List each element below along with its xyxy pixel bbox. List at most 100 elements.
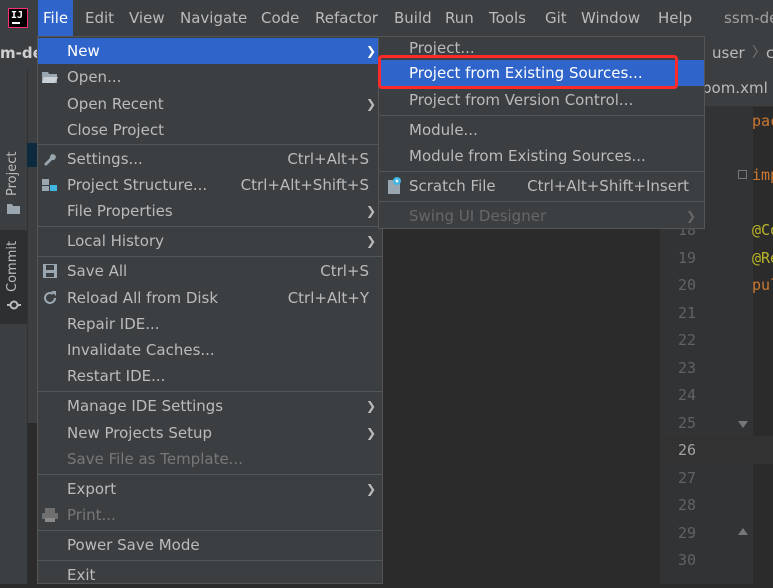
menu-item-label: Reload All from Disk (67, 289, 219, 307)
menu-item-new[interactable]: New ❯ (38, 38, 382, 64)
menu-item-reload[interactable]: Reload All from Disk Ctrl+Alt+Y (38, 285, 382, 311)
menu-refactor[interactable]: Refactor (310, 0, 383, 36)
menu-item-restart-ide[interactable]: Restart IDE... (38, 363, 382, 389)
code-annotation[interactable]: @Re (752, 249, 773, 267)
menu-item-label: Open Recent (67, 95, 164, 113)
menu-item-label: Project Structure... (67, 176, 208, 194)
menu-item-invalidate-caches[interactable]: Invalidate Caches... (38, 337, 382, 363)
submenu-arrow-icon: ❯ (365, 426, 376, 440)
shortcut-label: Ctrl+S (320, 262, 369, 280)
shortcut-label: Ctrl+Alt+Shift+S (240, 176, 369, 194)
submenu-item-label: Project from Version Control... (409, 91, 634, 109)
menu-item-close-project[interactable]: Close Project (38, 117, 382, 143)
code-public[interactable]: pul (752, 276, 773, 294)
tab-commit[interactable]: Commit (0, 230, 27, 324)
code-import[interactable]: imp (752, 166, 773, 184)
menu-item-open-recent[interactable]: Open Recent ❯ (38, 91, 382, 117)
menu-file[interactable]: File (38, 0, 74, 36)
breadcrumb-user[interactable]: user (712, 36, 745, 70)
menu-item-settings[interactable]: Settings... Ctrl+Alt+S (38, 146, 382, 172)
menu-item-save-all[interactable]: Save All Ctrl+S (38, 258, 382, 284)
menu-item-new-projects-setup[interactable]: New Projects Setup ❯ (38, 420, 382, 446)
submenu-arrow-icon: ❯ (365, 204, 376, 218)
menu-item-label: Invalidate Caches... (67, 341, 215, 359)
menu-item-exit[interactable]: Exit (38, 562, 382, 588)
wrench-icon (44, 154, 56, 166)
menu-edit[interactable]: Edit (80, 0, 119, 36)
menu-item-label: File Properties (67, 202, 173, 220)
menu-view[interactable]: View (124, 0, 170, 36)
menu-code[interactable]: Code (256, 0, 304, 36)
menu-item-label: New (67, 42, 100, 60)
menu-item-label: New Projects Setup (67, 424, 213, 442)
fold-end-icon[interactable] (738, 528, 748, 535)
tab-project[interactable]: Project (0, 144, 27, 220)
commit-icon (7, 300, 21, 310)
menu-item-label: Exit (67, 566, 96, 584)
menu-item-save-as-template: Save File as Template... (38, 446, 382, 472)
menu-item-power-save-mode[interactable]: Power Save Mode (38, 532, 382, 558)
menu-item-label: Save All (67, 262, 128, 280)
code-annotation[interactable]: @Co (752, 221, 773, 239)
menu-separator (38, 391, 382, 392)
tool-window-strip: Project Commit (0, 70, 28, 584)
submenu-item-project-from-vcs[interactable]: Project from Version Control... (379, 87, 704, 113)
submenu-item-module[interactable]: Module... (379, 117, 704, 143)
menu-item-label: Close Project (67, 121, 164, 139)
annotation-highlight-box (378, 55, 678, 89)
submenu-arrow-icon: ❯ (685, 209, 696, 223)
menu-git[interactable]: Git (540, 0, 572, 36)
line-number: 29 (677, 524, 696, 542)
shortcut-label: Ctrl+Alt+Y (287, 289, 369, 307)
shortcut-label: Ctrl+Alt+Shift+Insert (527, 177, 689, 195)
line-number: 23 (677, 359, 696, 377)
intellij-logo-icon: IJ (8, 8, 28, 28)
menu-item-file-properties[interactable]: File Properties ❯ (38, 198, 382, 224)
menu-item-export[interactable]: Export ❯ (38, 476, 382, 502)
menu-separator (38, 474, 382, 475)
menu-build[interactable]: Build (389, 0, 437, 36)
submenu-item-module-from-existing[interactable]: Module from Existing Sources... (379, 143, 704, 169)
menu-tools[interactable]: Tools (484, 0, 531, 36)
code-package[interactable]: pac (752, 112, 773, 130)
submenu-arrow-icon: ❯ (365, 97, 376, 111)
menu-run[interactable]: Run (440, 0, 479, 36)
fold-expand-icon[interactable] (738, 170, 747, 179)
save-disk-icon (43, 264, 57, 278)
menu-item-project-structure[interactable]: Project Structure... Ctrl+Alt+Shift+S (38, 172, 382, 198)
line-number-current: 26 (677, 441, 696, 459)
breadcrumb-next[interactable]: c (766, 36, 773, 70)
menu-item-open[interactable]: Open... (38, 64, 382, 90)
file-menu-popup: New ❯ Open... Open Recent ❯ Close Projec… (37, 36, 383, 584)
menu-separator (38, 144, 382, 145)
printer-icon (42, 508, 58, 522)
line-number: 25 (677, 414, 696, 432)
menu-item-label: Manage IDE Settings (67, 397, 224, 415)
menu-navigate[interactable]: Navigate (175, 0, 252, 36)
menu-window[interactable]: Window (576, 0, 645, 36)
line-number: 21 (677, 304, 696, 322)
menu-item-repair-ide[interactable]: Repair IDE... (38, 311, 382, 337)
folder-icon (7, 204, 20, 214)
submenu-item-label: Module... (409, 121, 478, 139)
menu-item-local-history[interactable]: Local History ❯ (38, 228, 382, 254)
line-number: 24 (677, 386, 696, 404)
menu-item-label: Local History (67, 232, 165, 250)
menu-item-label: Settings... (67, 150, 143, 168)
menu-help[interactable]: Help (653, 0, 697, 36)
submenu-item-scratch-file[interactable]: Scratch File Ctrl+Alt+Shift+Insert (379, 173, 704, 199)
menu-item-print: Print... (38, 502, 382, 528)
menu-separator (38, 256, 382, 257)
menu-item-label: Save File as Template... (67, 450, 243, 468)
line-number: 28 (677, 496, 696, 514)
menu-item-manage-ide-settings[interactable]: Manage IDE Settings ❯ (38, 393, 382, 419)
line-number: 19 (677, 249, 696, 267)
submenu-arrow-icon: ❯ (365, 44, 376, 58)
submenu-arrow-icon: ❯ (365, 234, 376, 248)
editor-tab-pom[interactable]: pom.xml (s (702, 70, 773, 106)
submenu-item-label: Swing UI Designer (409, 207, 547, 225)
menu-item-label: Restart IDE... (67, 367, 166, 385)
menu-separator (379, 171, 704, 172)
fold-collapse-icon[interactable] (738, 421, 748, 428)
line-number: 22 (677, 331, 696, 349)
